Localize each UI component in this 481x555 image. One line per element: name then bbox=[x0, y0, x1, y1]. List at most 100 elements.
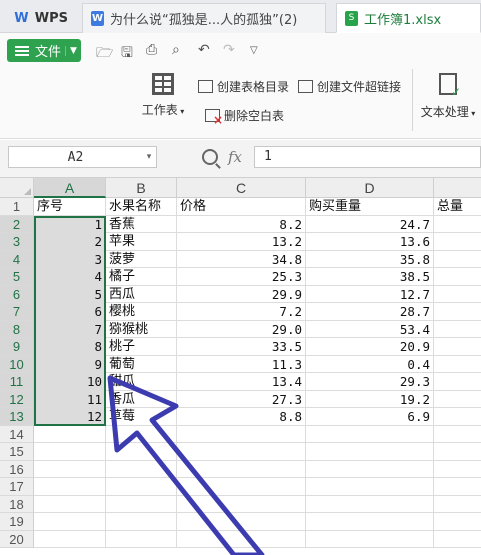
cell[interactable]: 樱桃 bbox=[106, 303, 177, 321]
row-header-8[interactable]: 8 bbox=[0, 320, 34, 338]
cell[interactable]: 葡萄 bbox=[106, 355, 177, 373]
cell[interactable]: 桃子 bbox=[106, 338, 177, 356]
column-header-B[interactable]: B bbox=[106, 178, 177, 198]
cell[interactable]: 9 bbox=[34, 355, 106, 373]
cell[interactable] bbox=[34, 495, 106, 513]
cell[interactable] bbox=[306, 478, 434, 496]
tab-document[interactable]: W 为什么说“孤独是...人的孤独”(2) bbox=[82, 3, 326, 33]
cell[interactable] bbox=[306, 460, 434, 478]
row-header-7[interactable]: 7 bbox=[0, 303, 34, 321]
cell[interactable]: 7.2 bbox=[177, 303, 306, 321]
row-header-1[interactable]: 1 bbox=[0, 198, 34, 216]
row-header-19[interactable]: 19 bbox=[0, 513, 34, 531]
text-processing-button[interactable]: 文本处理 ▾ bbox=[420, 73, 476, 120]
quick-access-more-icon[interactable]: ▽ bbox=[250, 45, 258, 56]
row-header-16[interactable]: 16 bbox=[0, 460, 34, 478]
cell[interactable]: 6.9 bbox=[306, 408, 434, 426]
cell[interactable]: 2 bbox=[34, 233, 106, 251]
cell[interactable]: 27.3 bbox=[177, 390, 306, 408]
cell[interactable]: 13.6 bbox=[306, 233, 434, 251]
cell[interactable] bbox=[434, 531, 481, 548]
cell[interactable] bbox=[34, 530, 106, 548]
tab-workbook[interactable]: S 工作簿1.xlsx bbox=[336, 3, 481, 33]
cell[interactable] bbox=[434, 251, 481, 268]
cell[interactable]: 29.9 bbox=[177, 285, 306, 303]
cell[interactable]: 西瓜 bbox=[106, 285, 177, 303]
cell[interactable] bbox=[434, 286, 481, 303]
cell[interactable] bbox=[434, 268, 481, 286]
cell[interactable]: 12 bbox=[34, 408, 106, 426]
cell[interactable] bbox=[434, 373, 481, 391]
row-header-13[interactable]: 13 bbox=[0, 408, 34, 426]
cell[interactable]: 12.7 bbox=[306, 285, 434, 303]
cell[interactable]: 总量 bbox=[434, 198, 481, 216]
row-header-14[interactable]: 14 bbox=[0, 425, 34, 443]
cell[interactable] bbox=[434, 408, 481, 426]
row-header-17[interactable]: 17 bbox=[0, 478, 34, 496]
cell[interactable]: 35.8 bbox=[306, 250, 434, 268]
cell[interactable]: 苹果 bbox=[106, 233, 177, 251]
row-header-12[interactable]: 12 bbox=[0, 390, 34, 408]
delete-blank-sheet-button[interactable]: 删除空白表 bbox=[205, 107, 284, 127]
cell[interactable] bbox=[434, 321, 481, 338]
file-menu-button[interactable]: 文件 ▼ bbox=[7, 39, 81, 62]
cell[interactable] bbox=[434, 338, 481, 356]
cell[interactable] bbox=[434, 233, 481, 251]
cell[interactable]: 29.0 bbox=[177, 320, 306, 338]
worksheet-button[interactable]: 工作表 ▾ bbox=[137, 71, 189, 123]
cell[interactable]: 猕猴桃 bbox=[106, 320, 177, 338]
cell[interactable]: 11 bbox=[34, 390, 106, 408]
cell[interactable] bbox=[306, 443, 434, 461]
cell[interactable]: 28.7 bbox=[306, 303, 434, 321]
cell[interactable] bbox=[434, 216, 481, 233]
cell[interactable]: 0.4 bbox=[306, 355, 434, 373]
select-all-corner[interactable] bbox=[0, 178, 34, 198]
cell[interactable]: 香蕉 bbox=[106, 215, 177, 233]
cell[interactable]: 4 bbox=[34, 268, 106, 286]
cell[interactable] bbox=[306, 530, 434, 548]
row-header-3[interactable]: 3 bbox=[0, 233, 34, 251]
cell[interactable]: 草莓 bbox=[106, 408, 177, 426]
cell[interactable] bbox=[34, 443, 106, 461]
cell[interactable]: 价格 bbox=[177, 198, 306, 216]
cell[interactable]: 33.5 bbox=[177, 338, 306, 356]
cell[interactable] bbox=[34, 478, 106, 496]
cell[interactable]: 3 bbox=[34, 250, 106, 268]
cell[interactable] bbox=[434, 443, 481, 461]
cell[interactable]: 29.3 bbox=[306, 373, 434, 391]
row-header-18[interactable]: 18 bbox=[0, 495, 34, 513]
row-header-20[interactable]: 20 bbox=[0, 530, 34, 548]
cell[interactable]: 13.2 bbox=[177, 233, 306, 251]
row-header-9[interactable]: 9 bbox=[0, 338, 34, 356]
cell[interactable]: 20.9 bbox=[306, 338, 434, 356]
cell[interactable] bbox=[434, 426, 481, 443]
cell[interactable] bbox=[177, 495, 306, 513]
cell[interactable] bbox=[434, 303, 481, 321]
cell[interactable]: 38.5 bbox=[306, 268, 434, 286]
cell[interactable]: 甜瓜 bbox=[106, 373, 177, 391]
formula-input[interactable]: 1 bbox=[254, 146, 481, 168]
cell[interactable] bbox=[434, 496, 481, 513]
folder-icon[interactable]: 🗁 bbox=[96, 42, 113, 66]
cell[interactable] bbox=[434, 461, 481, 478]
cell[interactable] bbox=[177, 530, 306, 548]
name-box[interactable]: A2 ▾ bbox=[8, 146, 157, 168]
cell[interactable]: 8.8 bbox=[177, 408, 306, 426]
cell[interactable] bbox=[434, 478, 481, 496]
tab-wps-home[interactable]: W WPS bbox=[6, 3, 76, 33]
cell[interactable]: 19.2 bbox=[306, 390, 434, 408]
cell[interactable]: 菠萝 bbox=[106, 250, 177, 268]
cell[interactable] bbox=[177, 443, 306, 461]
cell[interactable]: 11.3 bbox=[177, 355, 306, 373]
cell[interactable] bbox=[106, 425, 177, 443]
create-toc-button[interactable]: 创建表格目录 bbox=[198, 78, 289, 95]
cell[interactable] bbox=[434, 356, 481, 373]
cell[interactable] bbox=[34, 425, 106, 443]
chevron-down-icon[interactable]: ▼ bbox=[65, 45, 81, 56]
cell[interactable] bbox=[106, 443, 177, 461]
cell[interactable] bbox=[106, 460, 177, 478]
cell[interactable]: 34.8 bbox=[177, 250, 306, 268]
row-header-11[interactable]: 11 bbox=[0, 373, 34, 391]
cell[interactable] bbox=[177, 425, 306, 443]
cell[interactable]: 5 bbox=[34, 285, 106, 303]
